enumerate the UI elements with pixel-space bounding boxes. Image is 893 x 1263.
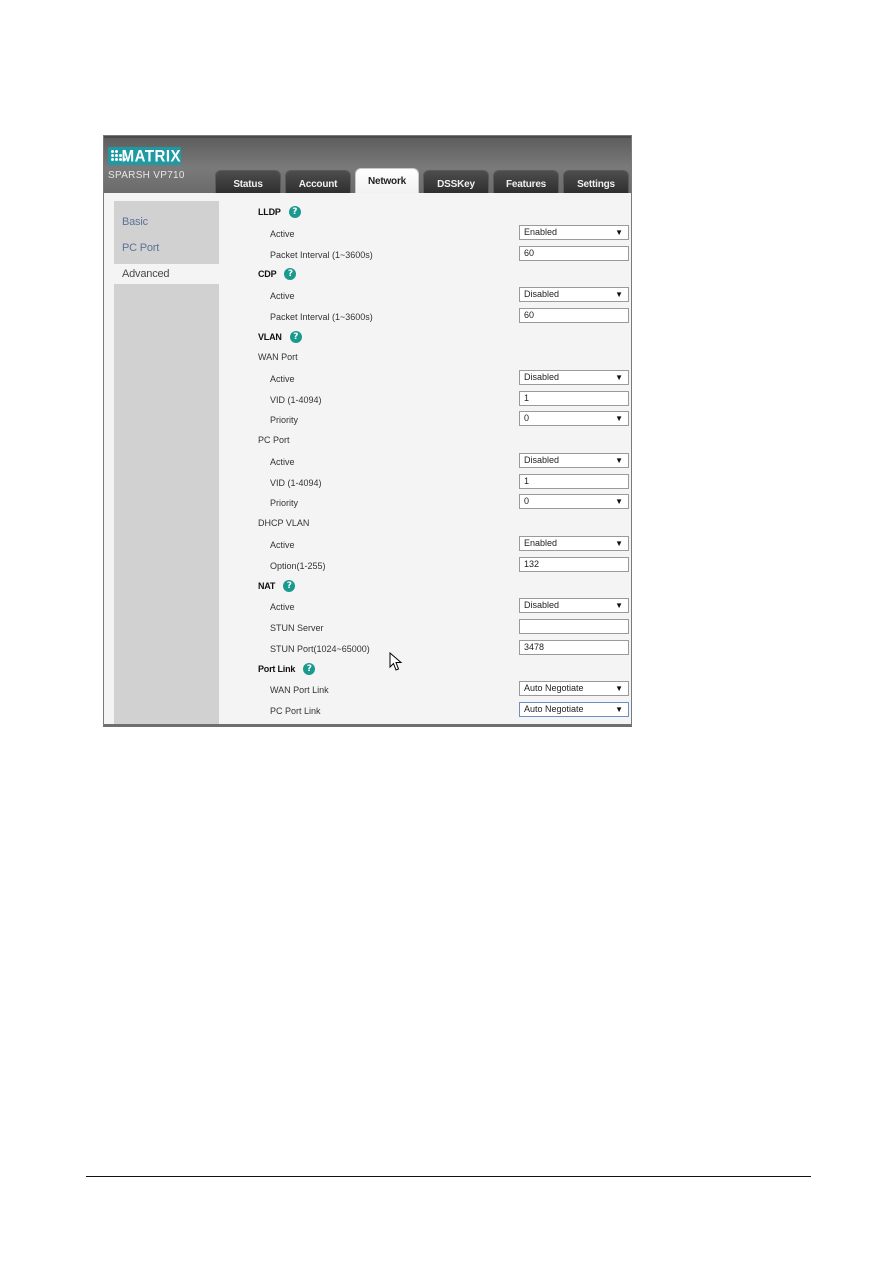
wan-active-label: Active	[270, 374, 295, 384]
lldp-active-select[interactable]: Enabled ▼	[519, 225, 629, 240]
wan-vlan-active-select[interactable]: Disabled ▼	[519, 370, 629, 385]
wan-port-link-value: Auto Negotiate	[524, 683, 584, 693]
dropdown-arrow-icon: ▼	[615, 456, 623, 465]
dhcp-option-label: Option(1-255)	[270, 561, 326, 571]
device-model: SPARSH VP710	[108, 170, 185, 181]
cdp-interval-label: Packet Interval (1~3600s)	[270, 312, 373, 322]
wan-priority-select[interactable]: 0 ▼	[519, 411, 629, 426]
dropdown-arrow-icon: ▼	[615, 414, 623, 423]
dhcp-vlan-active-value: Enabled	[524, 538, 558, 548]
logo-dots-icon	[111, 149, 126, 163]
cdp-active-label: Active	[270, 291, 295, 301]
matrix-logo: MATRIX	[108, 147, 181, 165]
wan-port-link-label: WAN Port Link	[270, 685, 329, 695]
dropdown-arrow-icon: ▼	[615, 228, 623, 237]
pc-port-link-value: Auto Negotiate	[524, 704, 584, 714]
cdp-interval-input[interactable]: 60	[519, 308, 629, 323]
vlan-title: VLAN	[258, 332, 282, 342]
help-icon[interactable]: ?	[288, 206, 301, 218]
tab-status[interactable]: Status	[215, 170, 281, 195]
pc-port-link-select[interactable]: Auto Negotiate ▼	[519, 702, 629, 717]
help-icon[interactable]: ?	[283, 580, 296, 592]
stun-server-input[interactable]	[519, 619, 629, 634]
dropdown-arrow-icon: ▼	[615, 539, 623, 548]
pc-vid-label: VID (1-4094)	[270, 478, 322, 488]
pc-port-link-label: PC Port Link	[270, 706, 321, 716]
nat-title: NAT	[258, 581, 276, 591]
cdp-section-title: CDP ?	[258, 268, 297, 280]
wan-priority-label: Priority	[270, 415, 299, 425]
dhcp-vlan-subtitle: DHCP VLAN	[258, 518, 310, 528]
stun-port-label: STUN Port(1024~65000)	[270, 644, 370, 654]
pc-port-subtitle: PC Port	[258, 435, 290, 445]
lldp-interval-label: Packet Interval (1~3600s)	[270, 250, 373, 260]
dropdown-arrow-icon: ▼	[615, 290, 623, 299]
tab-dsskey[interactable]: DSSKey	[423, 170, 489, 195]
pc-vlan-active-select[interactable]: Disabled ▼	[519, 453, 629, 468]
help-icon[interactable]: ?	[284, 268, 297, 280]
dhcp-vlan-active-select[interactable]: Enabled ▼	[519, 536, 629, 551]
stun-server-label: STUN Server	[270, 623, 324, 633]
wan-vid-input[interactable]: 1	[519, 391, 629, 406]
pc-priority-select[interactable]: 0 ▼	[519, 494, 629, 509]
wan-port-link-select[interactable]: Auto Negotiate ▼	[519, 681, 629, 696]
dhcp-active-label: Active	[270, 540, 295, 550]
sidebar-item-advanced[interactable]: Advanced	[114, 264, 219, 284]
dropdown-arrow-icon: ▼	[615, 373, 623, 382]
pc-priority-value: 0	[524, 496, 530, 506]
tab-features[interactable]: Features	[493, 170, 559, 195]
tab-account[interactable]: Account	[285, 170, 351, 195]
port-link-title: Port Link	[258, 664, 296, 674]
tab-settings[interactable]: Settings	[563, 170, 629, 195]
dropdown-arrow-icon: ▼	[615, 684, 623, 693]
page-footer-rule	[86, 1176, 811, 1177]
vlan-section-title: VLAN ?	[258, 331, 302, 343]
pc-vid-input[interactable]: 1	[519, 474, 629, 489]
advanced-settings-panel: LLDP ? Active Enabled ▼ Packet Interval …	[219, 193, 631, 724]
nat-active-select[interactable]: Disabled ▼	[519, 598, 629, 613]
wan-vid-label: VID (1-4094)	[270, 395, 322, 405]
port-link-section-title: Port Link ?	[258, 663, 316, 675]
wan-port-subtitle: WAN Port	[258, 352, 298, 362]
main-tabs: Status Account Network DSSKey Features S…	[215, 168, 629, 195]
dhcp-option-input[interactable]: 132	[519, 557, 629, 572]
sidebar-item-basic[interactable]: Basic	[114, 212, 219, 232]
dropdown-arrow-icon: ▼	[615, 497, 623, 506]
pc-vlan-active-value: Disabled	[524, 455, 560, 465]
lldp-interval-input[interactable]: 60	[519, 246, 629, 261]
mouse-cursor-icon	[389, 652, 403, 671]
stun-port-input[interactable]: 3478	[519, 640, 629, 655]
sidebar: Basic PC Port Advanced	[104, 193, 219, 724]
lldp-section-title: LLDP ?	[258, 206, 301, 218]
help-icon[interactable]: ?	[289, 331, 302, 343]
sidebar-item-pc-port[interactable]: PC Port	[114, 238, 219, 258]
nat-active-value: Disabled	[524, 600, 560, 610]
cdp-active-value: Disabled	[524, 289, 560, 299]
nat-active-label: Active	[270, 602, 295, 612]
lldp-title: LLDP	[258, 207, 281, 217]
lldp-active-value: Enabled	[524, 227, 558, 237]
tab-network[interactable]: Network	[355, 168, 419, 195]
cdp-active-select[interactable]: Disabled ▼	[519, 287, 629, 302]
header-bar: MATRIX SPARSH VP710 Status Account Netwo…	[104, 136, 631, 195]
dropdown-arrow-icon: ▼	[615, 601, 623, 610]
pc-active-label: Active	[270, 457, 295, 467]
lldp-active-label: Active	[270, 229, 295, 239]
pc-priority-label: Priority	[270, 498, 299, 508]
nat-section-title: NAT ?	[258, 580, 296, 592]
wan-vlan-active-value: Disabled	[524, 372, 560, 382]
cdp-title: CDP	[258, 269, 277, 279]
wan-priority-value: 0	[524, 413, 530, 423]
help-icon[interactable]: ?	[303, 663, 316, 675]
logo-text: MATRIX	[121, 146, 181, 166]
phone-web-ui-window: MATRIX SPARSH VP710 Status Account Netwo…	[103, 135, 632, 727]
dropdown-arrow-icon: ▼	[615, 705, 623, 714]
